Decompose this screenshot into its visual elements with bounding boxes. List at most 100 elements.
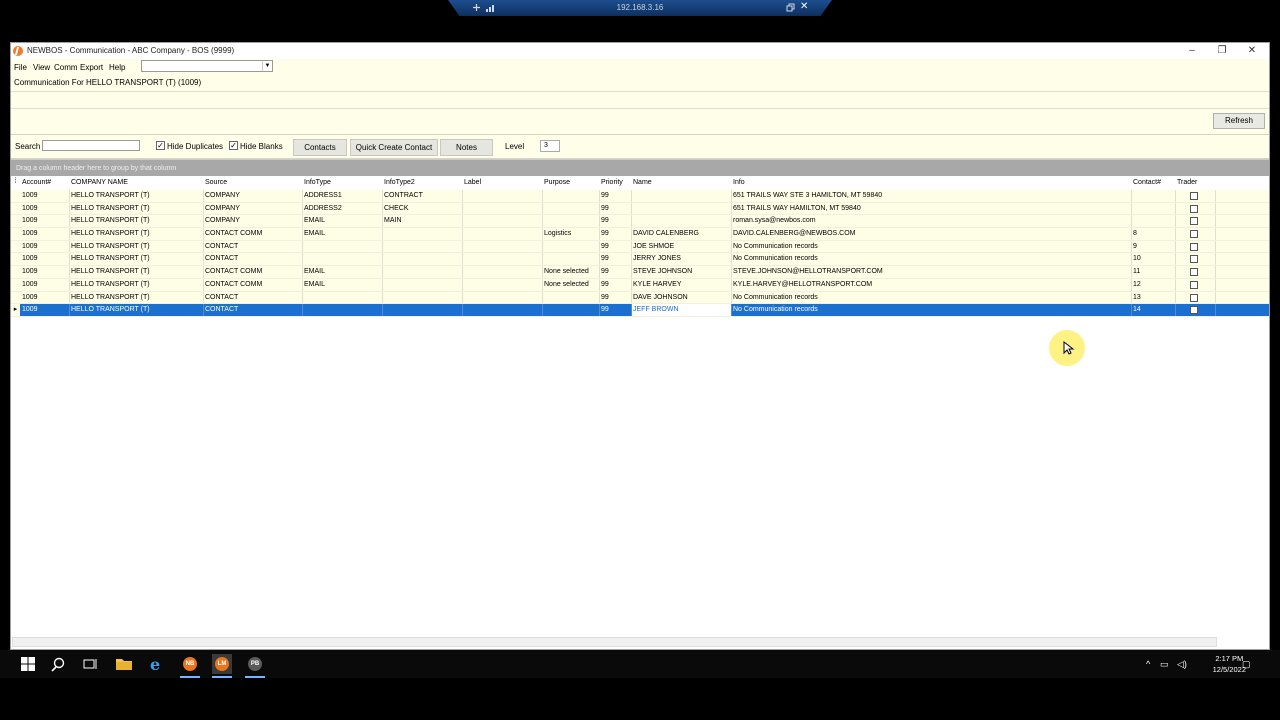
- cell-infotype2[interactable]: CHECK: [383, 202, 463, 215]
- cell-source[interactable]: CONTACT COMM: [204, 278, 303, 291]
- cell-name[interactable]: JEFF BROWN: [632, 304, 732, 316]
- cell-infotype[interactable]: EMAIL: [303, 228, 383, 240]
- pb-app-icon[interactable]: PB: [245, 654, 265, 678]
- cell-infotype[interactable]: EMAIL: [303, 278, 383, 291]
- trader-checkbox[interactable]: [1190, 306, 1198, 315]
- column-header-company-name[interactable]: COMPANY NAME: [70, 176, 204, 190]
- cell-label[interactable]: [463, 190, 543, 202]
- cell-source[interactable]: CONTACT: [204, 253, 303, 266]
- cell-account[interactable]: 1009: [21, 202, 70, 215]
- cell-name[interactable]: DAVID CALENBERG: [632, 228, 732, 240]
- cell-info[interactable]: roman.sysa@newbos.com: [732, 215, 1132, 228]
- cell-company-name[interactable]: HELLO TRANSPORT (T): [70, 228, 204, 240]
- trader-checkbox[interactable]: [1190, 217, 1198, 226]
- cell-label[interactable]: [463, 215, 543, 228]
- internet-explorer-icon[interactable]: e: [147, 654, 167, 674]
- cell-infotype[interactable]: EMAIL: [303, 266, 383, 278]
- cell-company-name[interactable]: HELLO TRANSPORT (T): [70, 215, 204, 228]
- cell-company-name[interactable]: HELLO TRANSPORT (T): [70, 253, 204, 266]
- cell-info[interactable]: No Communication records: [732, 253, 1132, 266]
- cell-name[interactable]: [632, 215, 732, 228]
- cell-account[interactable]: 1009: [21, 190, 70, 202]
- menu-view[interactable]: View: [33, 63, 50, 72]
- cell-name[interactable]: DAVE JOHNSON: [632, 291, 732, 304]
- cell-priority[interactable]: 99: [600, 291, 632, 304]
- column-chooser-icon[interactable]: ⁞: [11, 176, 20, 190]
- trader-checkbox[interactable]: [1190, 268, 1198, 277]
- cell-company-name[interactable]: HELLO TRANSPORT (T): [70, 202, 204, 215]
- cell-name[interactable]: STEVE JOHNSON: [632, 266, 732, 278]
- cell-company-name[interactable]: HELLO TRANSPORT (T): [70, 291, 204, 304]
- cell-source[interactable]: COMPANY: [204, 215, 303, 228]
- chevron-up-icon[interactable]: ^: [1146, 659, 1150, 669]
- cell-label[interactable]: [463, 202, 543, 215]
- file-explorer-icon[interactable]: [114, 654, 134, 674]
- cell-infotype[interactable]: ADDRESS2: [303, 202, 383, 215]
- cell-label[interactable]: [463, 240, 543, 253]
- cell-info[interactable]: No Communication records: [732, 291, 1132, 304]
- cell-infotype2[interactable]: MAIN: [383, 215, 463, 228]
- cell-company-name[interactable]: HELLO TRANSPORT (T): [70, 278, 204, 291]
- column-header-label[interactable]: Label: [463, 176, 543, 190]
- cell-name[interactable]: JOE SHMOE: [632, 240, 732, 253]
- table-row[interactable]: 1009 HELLO TRANSPORT (T) CONTACT 99 JOE SHMO…: [11, 240, 1269, 254]
- refresh-button[interactable]: Refresh: [1213, 113, 1265, 129]
- cell-purpose[interactable]: [543, 240, 600, 253]
- cell-company-name[interactable]: HELLO TRANSPORT (T): [70, 304, 204, 316]
- menu-file[interactable]: File: [14, 63, 27, 72]
- cell-purpose[interactable]: [543, 190, 600, 202]
- level-select[interactable]: 3: [540, 140, 560, 152]
- hide-duplicates-checkbox[interactable]: ✓: [156, 141, 165, 150]
- table-row[interactable]: ▸ 1009 HELLO TRANSPORT (T) CONTACT 99 JEFF BR…: [11, 304, 1269, 317]
- cell-source[interactable]: COMPANY: [204, 202, 303, 215]
- cell-contact[interactable]: 14: [1132, 304, 1176, 316]
- cell-infotype2[interactable]: [383, 266, 463, 278]
- cell-infotype[interactable]: [303, 304, 383, 316]
- table-row[interactable]: 1009 HELLO TRANSPORT (T) COMPANY EMAIL MAIN 9…: [11, 215, 1269, 229]
- cell-purpose[interactable]: None selected: [543, 266, 600, 278]
- cell-priority[interactable]: 99: [600, 240, 632, 253]
- cell-purpose[interactable]: None selected: [543, 278, 600, 291]
- cell-priority[interactable]: 99: [600, 190, 632, 202]
- cell-label[interactable]: [463, 291, 543, 304]
- cell-infotype2[interactable]: [383, 304, 463, 316]
- cell-account[interactable]: 1009: [21, 304, 70, 316]
- cell-infotype2[interactable]: [383, 228, 463, 240]
- cell-contact[interactable]: [1132, 215, 1176, 228]
- cell-name[interactable]: [632, 190, 732, 202]
- cell-priority[interactable]: 99: [600, 253, 632, 266]
- column-header-priority[interactable]: Priority: [600, 176, 632, 190]
- column-header-account[interactable]: Account#: [21, 176, 70, 190]
- trader-checkbox[interactable]: [1190, 280, 1198, 289]
- cell-info[interactable]: STEVE.JOHNSON@HELLOTRANSPORT.COM: [732, 266, 1132, 278]
- volume-icon[interactable]: ◁): [1177, 659, 1187, 670]
- cell-contact[interactable]: 8: [1132, 228, 1176, 240]
- cell-label[interactable]: [463, 228, 543, 240]
- cell-infotype2[interactable]: [383, 253, 463, 266]
- cell-label[interactable]: [463, 278, 543, 291]
- contacts-button[interactable]: Contacts: [293, 139, 347, 156]
- cell-info[interactable]: 651 TRAILS WAY STE 3 HAMILTON, MT 59840: [732, 190, 1132, 202]
- cell-contact[interactable]: [1132, 190, 1176, 202]
- cell-infotype[interactable]: [303, 291, 383, 304]
- menu-help[interactable]: Help: [109, 63, 125, 72]
- cell-priority[interactable]: 99: [600, 304, 632, 316]
- trader-checkbox[interactable]: [1190, 192, 1198, 200]
- notes-button[interactable]: Notes: [440, 139, 493, 156]
- notifications-icon[interactable]: ▢: [1242, 659, 1251, 670]
- group-by-panel[interactable]: Drag a column header here to group by th…: [11, 159, 1269, 176]
- cell-label[interactable]: [463, 253, 543, 266]
- cell-name[interactable]: KYLE HARVEY: [632, 278, 732, 291]
- trader-checkbox[interactable]: [1190, 230, 1198, 239]
- hide-blanks-checkbox[interactable]: ✓: [229, 141, 238, 150]
- search-icon[interactable]: [50, 654, 70, 674]
- cell-source[interactable]: COMPANY: [204, 190, 303, 202]
- column-header-contact[interactable]: Contact#: [1132, 176, 1176, 190]
- cell-priority[interactable]: 99: [600, 266, 632, 278]
- cell-purpose[interactable]: [543, 202, 600, 215]
- maximize-icon[interactable]: ❐: [1216, 45, 1228, 57]
- cell-purpose[interactable]: [543, 253, 600, 266]
- cell-info[interactable]: No Communication records: [732, 304, 1132, 316]
- cell-purpose[interactable]: [543, 304, 600, 316]
- cell-contact[interactable]: 13: [1132, 291, 1176, 304]
